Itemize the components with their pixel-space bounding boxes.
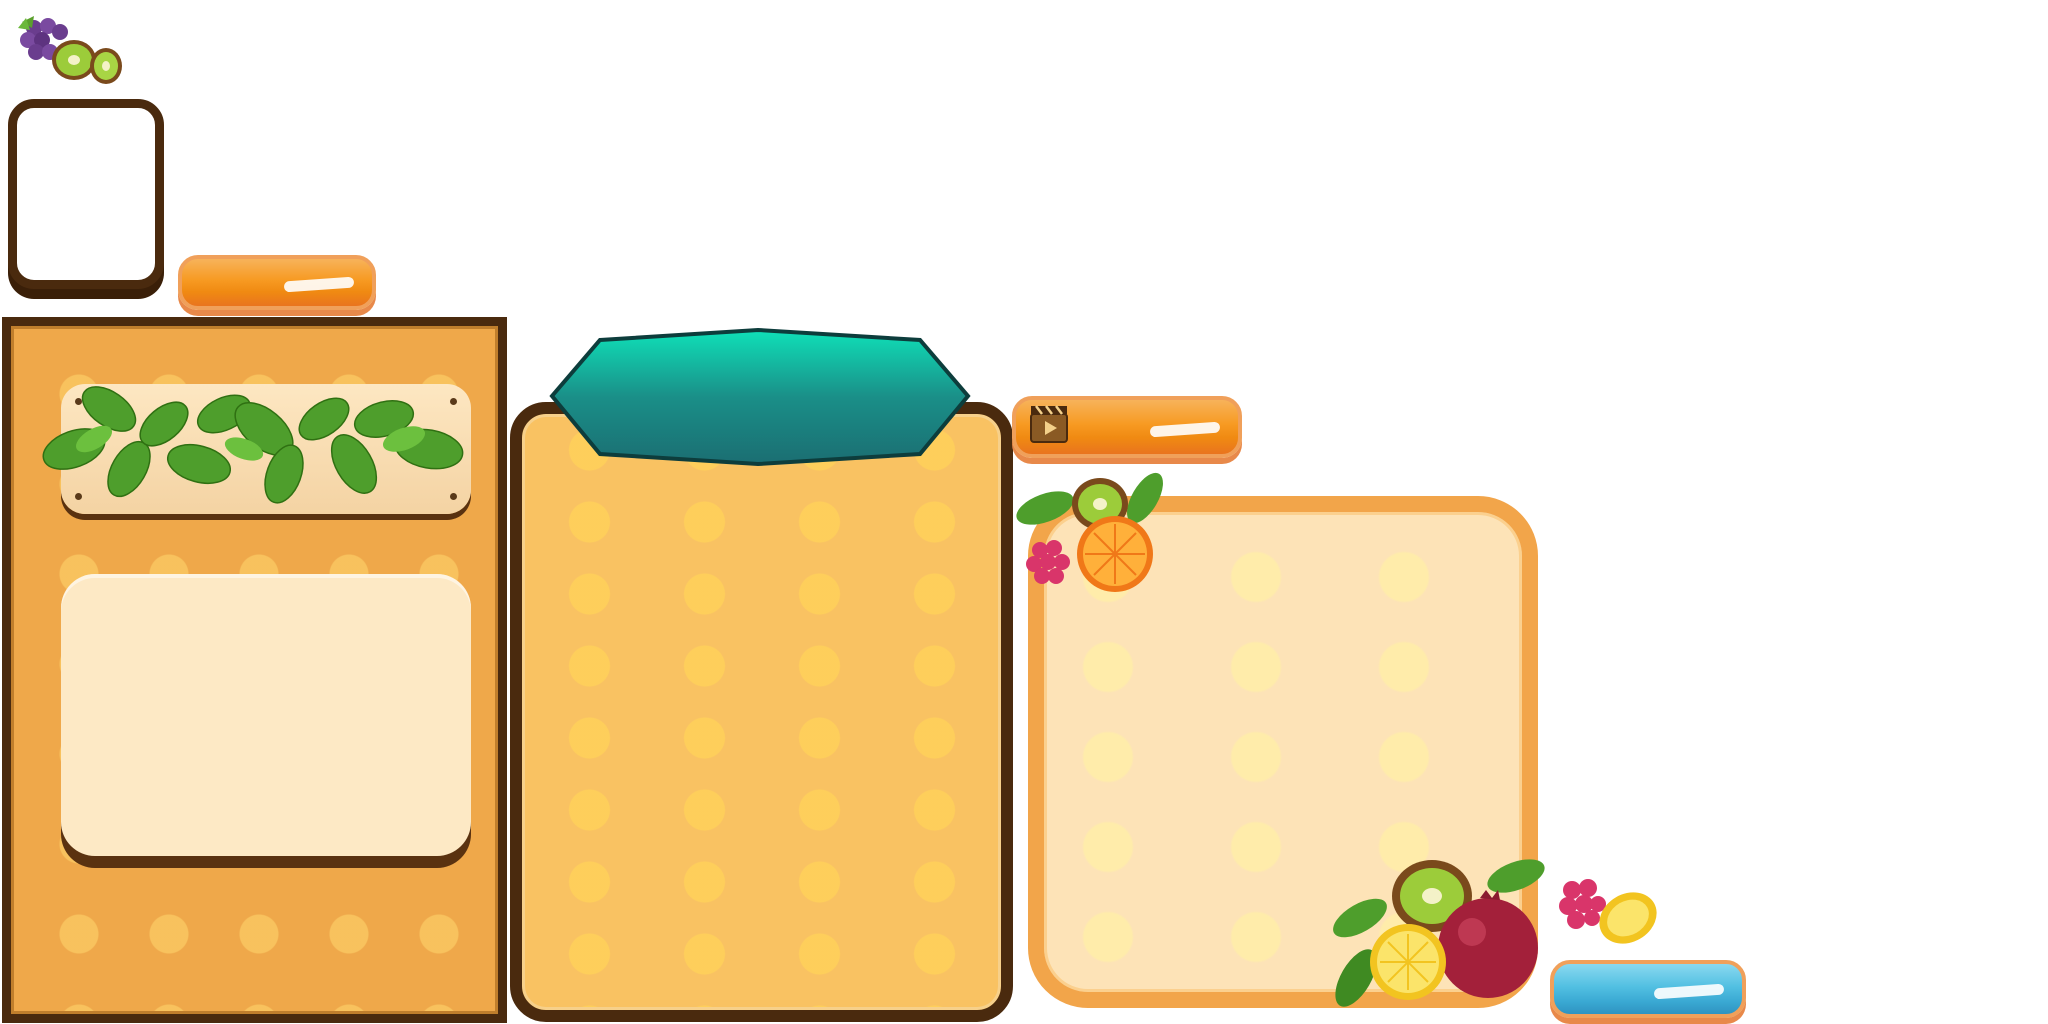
leaves-icon [42,386,464,504]
brown-panel [2,317,507,1023]
raspberry-icon [1026,540,1070,584]
raspberry-lemon-icon [1559,879,1657,944]
kiwi-lemon-pomegranate-icon [1333,859,1545,1007]
brown-panel-inner [11,326,498,1014]
grapes-kiwi-icon [18,16,122,84]
video-clapper-icon [1030,405,1068,443]
button-gloss [283,276,355,293]
kiwi-orange-raspberry-icon [1016,472,1163,592]
kiwi-icon [52,40,122,84]
teal-banner-icon [549,327,971,467]
orange-button[interactable] [178,255,376,310]
cream-content-box [61,574,471,856]
blue-button[interactable] [1550,960,1746,1018]
button-gloss [1149,421,1221,438]
game-ui-atlas [0,0,2048,1024]
pattern-panel [510,402,1013,1022]
empty-frame [8,99,164,289]
button-gloss [1653,983,1725,1000]
